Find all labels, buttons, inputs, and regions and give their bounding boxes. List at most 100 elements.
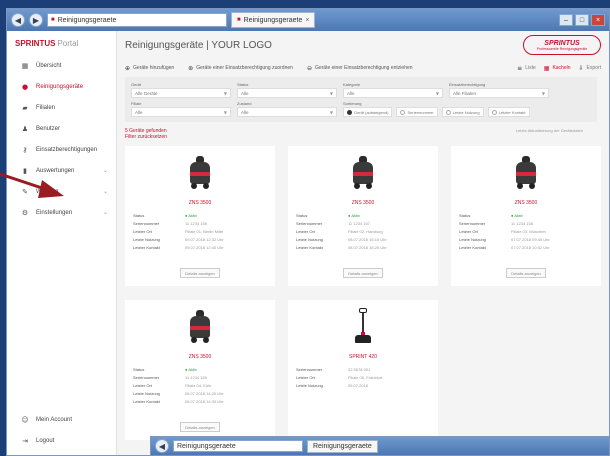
view-toggle-button[interactable]: ⇩ Export xyxy=(579,65,601,72)
property-key: Seriennummer xyxy=(296,367,323,372)
sidebar-item[interactable]: ▦ Übersicht xyxy=(7,55,116,76)
chevron-down-icon: ⌄ xyxy=(102,209,108,216)
browser-tab[interactable]: ■ Reinigungsgeraete × xyxy=(231,12,316,28)
property-value: 05.07.2018 xyxy=(348,383,369,388)
property-value: 22 5678 001 xyxy=(348,367,371,372)
maximize-icon[interactable]: □ xyxy=(575,14,589,26)
filter-label: Zustand xyxy=(237,101,252,106)
sort-option[interactable]: Seriennummer xyxy=(396,107,438,117)
property-row: Letzter Ort Filiale 05, Frankfurt xyxy=(296,375,430,380)
close-icon[interactable]: × xyxy=(591,14,605,26)
sidebar-item-label: Reinigungsgeräte xyxy=(36,83,84,90)
property-value: 07.07.2018 09:45 Uhr xyxy=(511,237,550,242)
property-value: 11 1234 158 xyxy=(511,221,533,226)
filter-label: Einsatzberechtigung xyxy=(449,82,486,87)
address-bar[interactable]: Reinigungsgeraete xyxy=(173,440,303,452)
radio-icon xyxy=(347,109,352,115)
details-button[interactable]: Details anzeigen xyxy=(506,268,546,278)
account-icon: ☺ xyxy=(21,415,29,424)
sidebar-item[interactable]: ⚷ Einsatzberechtigungen xyxy=(7,139,116,160)
property-key: Letzter Kontakt xyxy=(133,399,160,404)
filter-select[interactable]: Alle ▼ xyxy=(237,88,337,98)
property-key: Seriennummer xyxy=(133,221,160,226)
filter-label: Filiale xyxy=(131,101,142,106)
property-value: 07.07.2018 10:02 Uhr xyxy=(511,245,550,250)
device-properties: Status ● Aktiv Seriennummer 11 1234 157 Letz… xyxy=(296,213,430,250)
property-value: 08.07.2018 16:25 Uhr xyxy=(348,245,387,250)
view-toggle-button[interactable]: ▦ Kacheln xyxy=(544,65,571,72)
device-name: ZNS 3500 xyxy=(514,200,538,206)
sidebar-item[interactable]: ♟ Benutzer xyxy=(7,118,116,139)
last-update-note: Letzte Aktualisierung der Gerätedaten xyxy=(515,128,583,133)
property-row: Letzter Kontakt 06.07.2018 14:33 Uhr xyxy=(133,399,267,404)
property-row: Letzter Ort Filiale 03, München xyxy=(459,229,593,234)
browser-window: ◀ ▶ ■ Reinigungsgeraete ■ Reinigungsgera… xyxy=(6,8,610,456)
sidebar-item[interactable]: ● Reinigungsgeräte xyxy=(7,76,116,97)
view-toggle-button[interactable]: ≡ Liste xyxy=(517,65,536,72)
browser-titlebar: ◀ ▶ ■ Reinigungsgeraete ■ Reinigungsgera… xyxy=(7,9,609,31)
sort-option[interactable]: Letzte Nutzung xyxy=(441,107,484,117)
filter-select[interactable]: Alle ▼ xyxy=(343,88,443,98)
toolbar-action-button[interactable]: ⊖ Geräte einer Einsatzberechtigung entzie… xyxy=(307,65,413,72)
sidebar-bottom-item[interactable]: ☺ Mein Account xyxy=(7,409,116,430)
details-button[interactable]: Details anzeigen xyxy=(180,268,220,278)
filter-select[interactable]: Alle Geräte ▼ xyxy=(131,88,231,98)
device-card[interactable]: SPRINT 420 Seriennummer 22 5678 001 Letzter… xyxy=(288,300,438,440)
annotation-arrow xyxy=(0,166,70,216)
device-card[interactable]: ZNS 3500 Status ● Aktiv Seriennummer 11 1234… xyxy=(451,146,601,286)
tiles-icon: ▦ xyxy=(543,64,550,72)
sidebar-bottom-item[interactable]: ⇥ Logout xyxy=(7,430,116,451)
toolbar-action-label: Geräte einer Einsatzberechtigung entzieh… xyxy=(314,65,413,71)
sidebar-item[interactable]: ▰ Filialen xyxy=(7,97,116,118)
property-row: Letzte Nutzung 07.07.2018 09:45 Uhr xyxy=(459,237,593,242)
plus-icon: ⊕ xyxy=(125,64,131,72)
brand[interactable]: SPRINTUS Portal xyxy=(7,31,116,55)
property-key: Letzter Kontakt xyxy=(296,245,323,250)
device-card[interactable]: ZNS 3500 Status ● Aktiv Seriennummer 11 1234… xyxy=(288,146,438,286)
property-row: Letzte Nutzung 05.07.2018 xyxy=(296,383,430,388)
radio-icon xyxy=(445,109,451,115)
chevron-down-icon: ▼ xyxy=(223,109,227,115)
forward-arrow-icon[interactable]: ▶ xyxy=(29,13,43,27)
device-properties: Status ● Aktiv Seriennummer 11 1234 159 Letz… xyxy=(133,367,267,404)
property-value: Filiale 02, Hamburg xyxy=(348,229,383,234)
vacuum-cleaner-image xyxy=(180,306,220,346)
toolbar-action-button[interactable]: ⊛ Geräte einer Einsatzberechtigung zuordn… xyxy=(188,65,293,72)
toolbar-action-label: Geräte einer Einsatzberechtigung zuordne… xyxy=(196,65,293,71)
device-card[interactable]: ZNS 3500 Status ● Aktiv Seriennummer 11 1234… xyxy=(125,146,275,286)
logout-icon: ⇥ xyxy=(22,436,28,445)
toolbar-action-button[interactable]: ⊕ Geräte hinzufügen xyxy=(125,65,174,72)
sidebar: SPRINTUS Portal ▦ Übersicht ● Reinigungsger… xyxy=(7,31,117,455)
sort-option[interactable]: Gerät (aufsteigend) xyxy=(343,107,393,117)
sort-option[interactable]: Letzter Kontakt xyxy=(487,107,530,117)
filter-select[interactable]: Alle Filialen ▼ xyxy=(449,88,549,98)
filter-value: Alle Filialen xyxy=(453,90,477,96)
reset-filter-link[interactable]: Filter zurücksetzen xyxy=(125,134,167,140)
results-summary: 5 Geräte gefunden Filter zurücksetzen xyxy=(125,128,167,140)
details-button[interactable]: Details anzeigen xyxy=(343,268,383,278)
filter-select[interactable]: Alle ▼ xyxy=(131,107,231,117)
sort-option-label: Gerät (aufsteigend) xyxy=(354,109,389,115)
browser-tab[interactable]: Reinigungsgeraete xyxy=(307,439,378,453)
address-bar[interactable]: ■ Reinigungsgeraete xyxy=(47,13,227,27)
user-icon: ♟ xyxy=(21,124,29,133)
details-button[interactable]: Details anzeigen xyxy=(180,422,220,432)
status-value: ● Aktiv xyxy=(511,213,593,218)
back-arrow-icon[interactable]: ◀ xyxy=(11,13,25,27)
minimize-icon[interactable]: – xyxy=(559,14,573,26)
filter-field: Kategorie Alle ▼ xyxy=(343,82,443,98)
property-key: Letzter Kontakt xyxy=(459,245,486,250)
property-key: Status xyxy=(133,213,145,218)
sidebar-bottom: ☺ Mein Account ⇥ Logout xyxy=(7,409,116,451)
device-card[interactable]: ZNS 3500 Status ● Aktiv Seriennummer 11 1234… xyxy=(125,300,275,440)
radio-icon xyxy=(491,109,497,115)
filter-label: Status xyxy=(237,82,249,87)
filter-select[interactable]: Alle ▼ xyxy=(237,107,337,117)
back-arrow-icon[interactable]: ◀ xyxy=(155,439,169,453)
status-value: ● Aktiv xyxy=(348,213,430,218)
sidebar-item-label: Benutzer xyxy=(36,125,61,132)
tab-close-icon[interactable]: × xyxy=(305,17,309,24)
filter-field: Gerät Alle Geräte ▼ xyxy=(131,82,231,98)
device-name: ZNS 3500 xyxy=(351,200,375,206)
property-row: Letzter Ort Filiale 02, Hamburg xyxy=(296,229,430,234)
